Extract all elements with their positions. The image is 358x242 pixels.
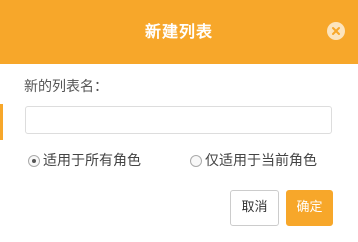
dialog-title: 新建列表 [144,22,213,41]
radio-selected-dot [32,159,36,163]
list-name-label: 新的列表名： [24,79,108,95]
radio-all-roles[interactable]: 适用于所有角色 [28,150,188,172]
accent-strip [0,104,3,140]
close-button[interactable] [327,22,345,40]
list-name-input[interactable] [25,106,332,134]
cancel-button[interactable]: 取消 [230,190,279,226]
radio-all-roles-circle[interactable] [28,155,40,167]
radio-current-role-circle[interactable] [190,155,202,167]
close-icon [332,27,340,35]
radio-all-roles-label: 适用于所有角色 [43,153,141,169]
radio-current-role-label: 仅适用于当前角色 [205,153,317,169]
confirm-button[interactable]: 确定 [286,190,333,226]
dialog-header: 新建列表 [0,0,358,64]
radio-current-role[interactable]: 仅适用于当前角色 [190,150,340,172]
new-list-dialog: 新建列表 新的列表名： 适用于所有角色 仅适用于当前角色 取消 确定 [0,0,358,242]
